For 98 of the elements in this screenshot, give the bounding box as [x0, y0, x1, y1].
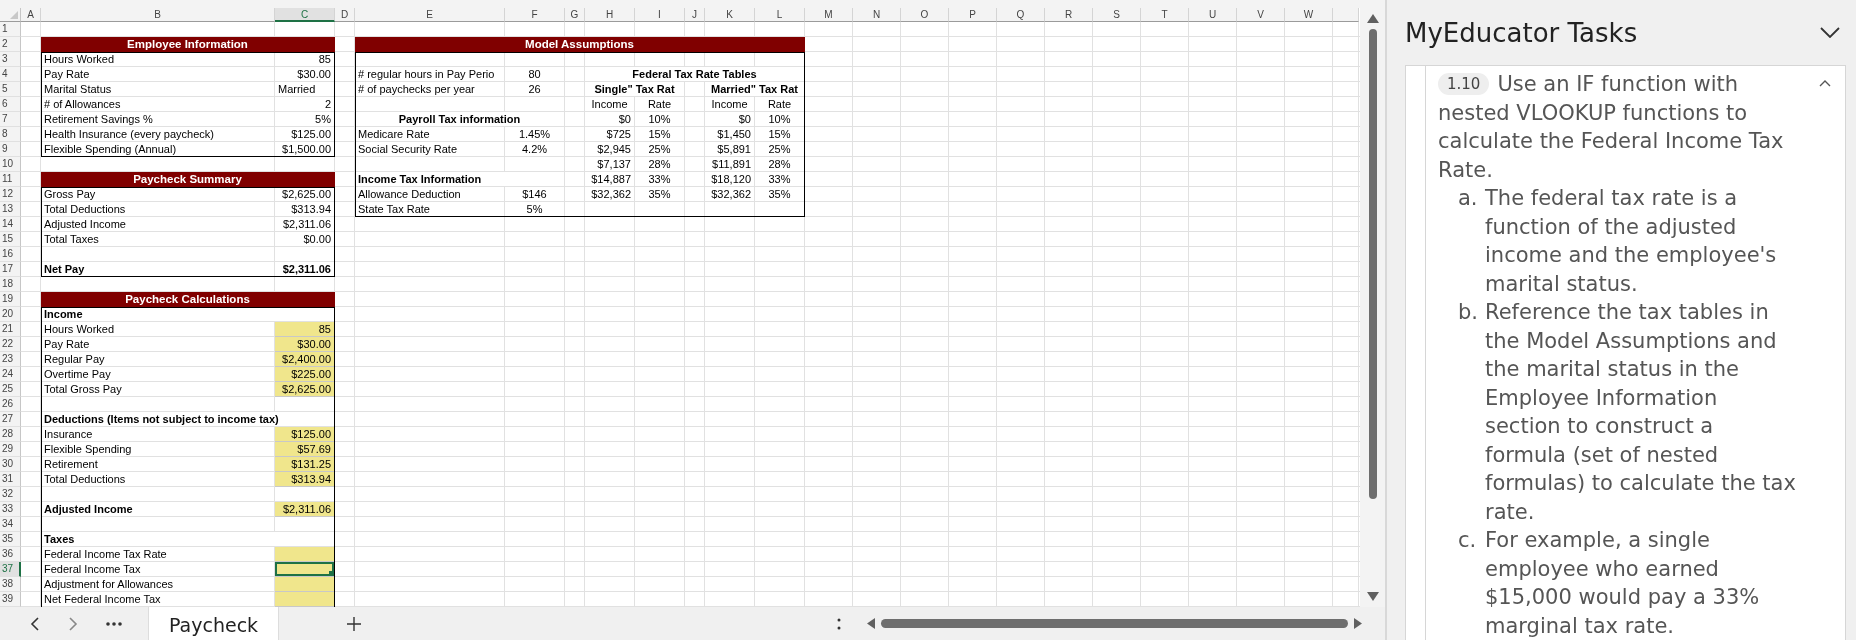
section-title: Paycheck Calculations [41, 292, 335, 307]
step-text: Reference the tax tables in the Model Assumptions and the marital status in the Employee Information section to construct a formula (set of nested formulas) to calculate the tax rate. [1485, 299, 1797, 526]
column-header[interactable]: V [1237, 8, 1285, 22]
column-header[interactable]: A [21, 8, 41, 22]
column-header[interactable]: J [685, 8, 705, 22]
row-header[interactable]: 14 [0, 217, 21, 232]
table-cell: $125.00 [275, 427, 335, 442]
row-header[interactable]: 34 [0, 517, 21, 532]
section-title: Model Assumptions [355, 37, 805, 52]
task-number: 1.10 [1438, 73, 1490, 95]
row-header[interactable]: 37 [0, 562, 21, 577]
column-header[interactable]: K [705, 8, 755, 22]
row-header[interactable]: 39 [0, 592, 21, 607]
column-header[interactable]: P [949, 8, 997, 22]
section-title: Employee Information [41, 37, 335, 52]
caret-up-icon[interactable] [1819, 80, 1831, 87]
row-header[interactable]: 25 [0, 382, 21, 397]
step-marker: a. [1458, 185, 1479, 212]
row-header[interactable]: 2 [0, 37, 21, 52]
row-header[interactable]: 38 [0, 577, 21, 592]
row-header[interactable]: 3 [0, 52, 21, 67]
table-cell: $57.69 [275, 442, 335, 457]
column-header[interactable]: G [565, 8, 585, 22]
chevron-down-icon[interactable] [1820, 27, 1840, 38]
row-header[interactable]: 22 [0, 337, 21, 352]
step-text: The federal tax rate is a function of the adjusted income and the employee's marital status. [1485, 185, 1778, 298]
column-header[interactable]: D [335, 8, 355, 22]
row-header[interactable]: 36 [0, 547, 21, 562]
row-header[interactable]: 11 [0, 172, 21, 187]
row-header[interactable]: 18 [0, 277, 21, 292]
column-header[interactable]: U [1189, 8, 1237, 22]
row-header[interactable]: 21 [0, 322, 21, 337]
column-header[interactable]: H [585, 8, 635, 22]
section-title: Paycheck Summary [41, 172, 335, 187]
table-cell: 85 [275, 322, 335, 337]
table-cell: $2,625.00 [275, 382, 335, 397]
row-header[interactable]: 35 [0, 532, 21, 547]
row-header[interactable]: 4 [0, 67, 21, 82]
column-header[interactable]: B [41, 8, 275, 22]
table-cell: $30.00 [275, 337, 335, 352]
row-header[interactable]: 9 [0, 142, 21, 157]
add-sheet-icon[interactable] [347, 616, 362, 631]
table-cell: $225.00 [275, 367, 335, 382]
column-header[interactable]: E [355, 8, 505, 22]
table-cell: $131.25 [275, 457, 335, 472]
row-header[interactable]: 1 [0, 22, 21, 37]
scroll-down-icon[interactable] [1366, 592, 1379, 601]
horizontal-scrollbar[interactable] [867, 618, 1363, 629]
row-header[interactable]: 5 [0, 82, 21, 97]
row-header[interactable]: 19 [0, 292, 21, 307]
row-header[interactable]: 31 [0, 472, 21, 487]
task-text: 1.10 Use an IF function with nested VLOOKUP functions to calculate the Federal Income Tax Rate. [1438, 71, 1785, 184]
row-header[interactable]: 32 [0, 487, 21, 502]
column-header[interactable]: M [805, 8, 853, 22]
scroll-up-icon[interactable] [1366, 14, 1379, 23]
row-header[interactable]: 23 [0, 352, 21, 367]
column-header[interactable]: S [1093, 8, 1141, 22]
column-header[interactable]: L [755, 8, 805, 22]
column-header[interactable]: O [901, 8, 949, 22]
row-header[interactable]: 10 [0, 157, 21, 172]
row-header[interactable]: 20 [0, 307, 21, 322]
row-header[interactable]: 12 [0, 187, 21, 202]
chevron-left-icon[interactable] [30, 616, 40, 631]
row-header[interactable]: 8 [0, 127, 21, 142]
row-header[interactable]: 28 [0, 427, 21, 442]
table-cell: $2,311.06 [275, 502, 335, 517]
table-cell: $2,400.00 [275, 352, 335, 367]
row-header[interactable]: 26 [0, 397, 21, 412]
step-text: For example, a single employee who earned $15,000 would pay a 33% marginal tax rate. [1485, 527, 1761, 640]
row-header[interactable]: 7 [0, 112, 21, 127]
column-header[interactable]: N [853, 8, 901, 22]
row-header[interactable]: 13 [0, 202, 21, 217]
row-header[interactable]: 16 [0, 247, 21, 262]
column-header[interactable]: T [1141, 8, 1189, 22]
column-header[interactable]: W [1285, 8, 1333, 22]
step-marker: b. [1458, 299, 1479, 326]
row-header[interactable]: 6 [0, 97, 21, 112]
column-header[interactable]: C [275, 8, 335, 22]
row-header[interactable]: 30 [0, 457, 21, 472]
scroll-right-icon[interactable] [1354, 618, 1363, 629]
row-header[interactable]: 15 [0, 232, 21, 247]
chevron-right-icon[interactable] [68, 616, 78, 631]
row-header[interactable]: 27 [0, 412, 21, 427]
sheet-tab[interactable]: Paycheck [148, 607, 280, 640]
column-header[interactable]: F [505, 8, 565, 22]
pane-title: MyEducator Tasks [1405, 17, 1638, 48]
row-header[interactable]: 17 [0, 262, 21, 277]
row-header[interactable]: 33 [0, 502, 21, 517]
step-marker: c. [1458, 527, 1478, 554]
more-icon[interactable] [106, 621, 122, 626]
column-header[interactable]: R [1045, 8, 1093, 22]
row-header[interactable]: 24 [0, 367, 21, 382]
row-header[interactable]: 29 [0, 442, 21, 457]
column-header[interactable]: Q [997, 8, 1045, 22]
splitter-icon[interactable] [837, 617, 842, 630]
column-header[interactable]: I [635, 8, 685, 22]
scroll-left-icon[interactable] [867, 618, 876, 629]
table-cell: $313.94 [275, 472, 335, 487]
